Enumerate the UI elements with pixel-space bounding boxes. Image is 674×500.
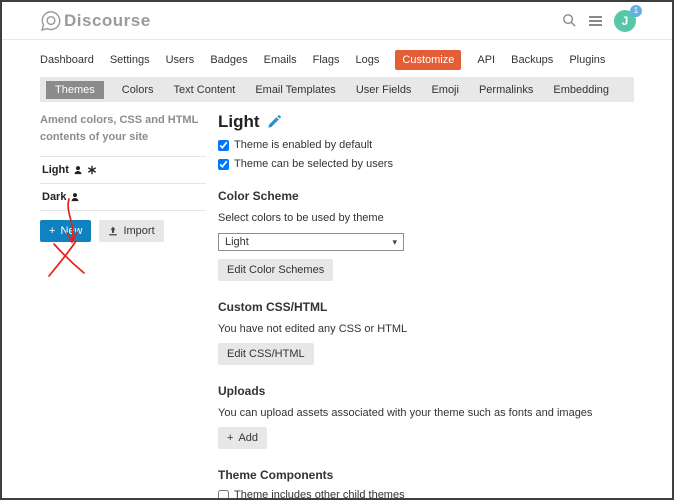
theme-name: Dark (42, 191, 67, 204)
nav-flags[interactable]: Flags (313, 50, 340, 70)
nav-api[interactable]: API (477, 50, 495, 70)
search-icon[interactable] (562, 13, 577, 28)
plus-icon: + (227, 432, 234, 444)
theme-list-item-dark[interactable]: Dark (40, 184, 206, 212)
nav-logs[interactable]: Logs (356, 50, 380, 70)
color-scheme-selected-value: Light (225, 236, 249, 248)
top-header: Discourse J 1 (2, 2, 672, 40)
add-upload-button[interactable]: + Add (218, 427, 268, 449)
user-avatar[interactable]: J 1 (614, 4, 642, 32)
app-window: Discourse J 1 Dashboard Settings Users B… (0, 0, 674, 500)
nav-backups[interactable]: Backups (511, 50, 553, 70)
plus-icon: + (49, 225, 56, 238)
checkbox-theme-default[interactable]: Theme is enabled by default (218, 139, 634, 151)
sidebar-description: Amend colors, CSS and HTML contents of y… (40, 114, 199, 144)
nav-badges[interactable]: Badges (210, 50, 247, 70)
admin-nav: Dashboard Settings Users Badges Emails F… (40, 50, 634, 70)
upload-icon (109, 226, 118, 236)
edit-pencil-icon[interactable] (267, 115, 281, 129)
checkbox-theme-selectable[interactable]: Theme can be selected by users (218, 158, 634, 170)
uploads-heading: Uploads (218, 384, 266, 398)
edit-css-html-button[interactable]: Edit CSS/HTML (218, 343, 314, 365)
edit-color-schemes-button[interactable]: Edit Color Schemes (218, 259, 334, 281)
nav-dashboard[interactable]: Dashboard (40, 50, 94, 70)
theme-default-checkbox[interactable] (218, 139, 229, 151)
page-title: Light (218, 112, 634, 132)
color-scheme-select[interactable]: Light ▾ (218, 233, 404, 251)
custom-css-heading: Custom CSS/HTML (218, 300, 328, 314)
nav-settings[interactable]: Settings (110, 50, 150, 70)
tab-embedding[interactable]: Embedding (551, 81, 611, 99)
nav-users[interactable]: Users (166, 50, 195, 70)
nav-plugins[interactable]: Plugins (569, 50, 605, 70)
theme-list-item-light[interactable]: Light (40, 157, 206, 185)
custom-css-description: You have not edited any CSS or HTML (218, 323, 408, 335)
tab-emoji[interactable]: Emoji (429, 81, 461, 99)
import-theme-button[interactable]: Import (99, 220, 164, 243)
child-themes-checkbox[interactable] (218, 489, 229, 498)
themes-sidebar: Amend colors, CSS and HTML contents of y… (40, 110, 206, 498)
user-icon (74, 166, 82, 175)
theme-selectable-checkbox[interactable] (218, 158, 229, 170)
nav-customize[interactable]: Customize (395, 50, 462, 70)
discourse-logo-icon (40, 10, 61, 31)
color-scheme-heading: Color Scheme (218, 189, 299, 203)
tab-text-content[interactable]: Text Content (172, 81, 238, 99)
theme-detail-panel: Light Theme is enabled by default Theme … (218, 110, 634, 498)
tab-colors[interactable]: Colors (120, 81, 156, 99)
nav-emails[interactable]: Emails (264, 50, 297, 70)
customize-subnav: Themes Colors Text Content Email Templat… (40, 77, 634, 102)
theme-components-heading: Theme Components (218, 468, 334, 482)
logo-text: Discourse (64, 10, 151, 30)
uploads-description: You can upload assets associated with yo… (218, 407, 593, 419)
chevron-down-icon: ▾ (392, 236, 397, 247)
color-scheme-description: Select colors to be used by theme (218, 212, 384, 224)
menu-icon[interactable] (589, 15, 602, 26)
theme-name: Light (42, 164, 69, 177)
tab-email-templates[interactable]: Email Templates (253, 81, 338, 99)
tab-themes[interactable]: Themes (46, 80, 104, 99)
tab-user-fields[interactable]: User Fields (354, 81, 414, 99)
new-theme-button[interactable]: + New (40, 220, 92, 243)
theme-list: Light Dark (40, 156, 206, 212)
tab-permalinks[interactable]: Permalinks (477, 81, 535, 99)
theme-title: Light (218, 112, 260, 131)
notification-badge: 1 (630, 4, 642, 17)
user-icon (72, 193, 79, 202)
checkbox-child-themes[interactable]: Theme includes other child themes (218, 489, 634, 498)
discourse-logo[interactable]: Discourse (40, 10, 151, 32)
asterisk-icon (87, 165, 96, 175)
